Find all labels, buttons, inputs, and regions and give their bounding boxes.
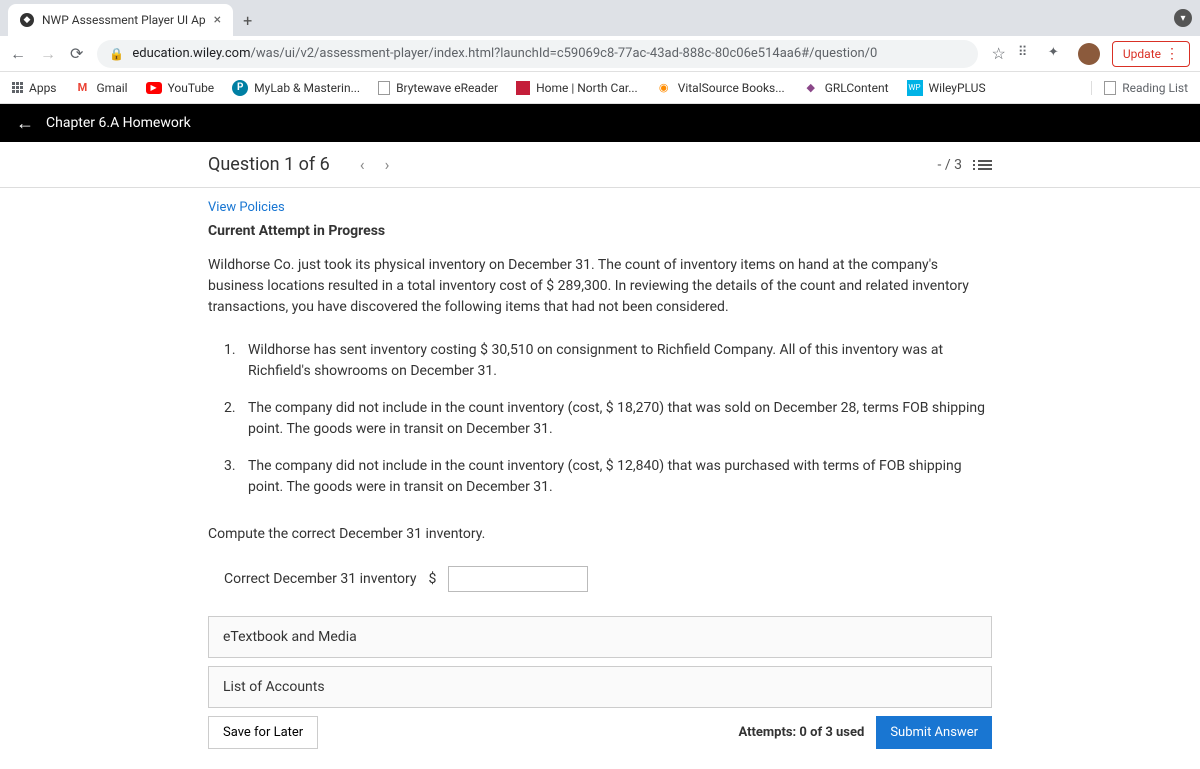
bookmark-northcar[interactable]: Home | North Car...: [516, 81, 638, 95]
bookmark-mylab[interactable]: PMyLab & Masterin...: [232, 80, 360, 96]
bookmarks-bar: Apps MGmail ▶YouTube PMyLab & Masterin..…: [0, 72, 1200, 104]
bookmark-brytewave[interactable]: Brytewave eReader: [378, 81, 498, 95]
items-list: 1. Wildhorse has sent inventory costing …: [208, 340, 992, 498]
address-bar[interactable]: 🔒 education.wiley.com/was/ui/v2/assessme…: [97, 40, 977, 68]
header-back-button[interactable]: ←: [16, 113, 34, 134]
question-counter: Question 1 of 6: [208, 154, 330, 175]
submit-answer-button[interactable]: Submit Answer: [876, 716, 992, 749]
save-for-later-button[interactable]: Save for Later: [208, 716, 318, 749]
next-question-button[interactable]: ›: [375, 155, 400, 174]
compute-instruction: Compute the correct December 31 inventor…: [208, 526, 992, 542]
wileyplus-icon: WP: [907, 80, 923, 96]
update-button[interactable]: Update ⋮: [1112, 41, 1190, 67]
reading-list-icon: [1104, 81, 1116, 95]
browser-toolbar: ← → ⟳ 🔒 education.wiley.com/was/ui/v2/as…: [0, 36, 1200, 72]
nc-icon: [516, 81, 530, 95]
bookmark-youtube[interactable]: ▶YouTube: [146, 81, 215, 95]
prev-question-button[interactable]: ‹: [350, 155, 375, 174]
question-prompt: Wildhorse Co. just took its physical inv…: [208, 255, 992, 318]
site-icon: ◆: [20, 13, 34, 27]
bookmark-grl[interactable]: ◆GRLContent: [803, 80, 889, 96]
forward-button[interactable]: →: [40, 44, 56, 64]
action-row: Save for Later Attempts: 0 of 3 used Sub…: [208, 716, 992, 749]
extensions-icon[interactable]: ✦: [1048, 45, 1066, 63]
question-content: View Policies Current Attempt in Progres…: [200, 188, 1000, 769]
doc-icon: [378, 81, 390, 95]
answer-row: Correct December 31 inventory $: [208, 566, 992, 592]
browser-tab[interactable]: ◆ NWP Assessment Player UI Ap ×: [8, 4, 233, 36]
attempt-status: Current Attempt in Progress: [208, 223, 992, 239]
bookmark-star-icon[interactable]: ☆: [992, 44, 1006, 63]
pearson-icon: P: [232, 80, 248, 96]
question-bar: Question 1 of 6 ‹ › - / 3: [0, 142, 1200, 188]
profile-avatar[interactable]: [1078, 43, 1100, 65]
back-button[interactable]: ←: [10, 44, 26, 64]
bookmark-vitalsource[interactable]: ◉VitalSource Books...: [656, 80, 785, 96]
app-header: ← Chapter 6.A Homework: [0, 104, 1200, 142]
grl-icon: ◆: [803, 80, 819, 96]
etextbook-panel[interactable]: eTextbook and Media: [208, 616, 992, 658]
kebab-icon: ⋮: [1165, 46, 1179, 62]
answer-label: Correct December 31 inventory: [224, 571, 417, 587]
new-tab-button[interactable]: +: [233, 4, 262, 36]
tab-title: NWP Assessment Player UI Ap: [42, 13, 206, 27]
view-policies-link[interactable]: View Policies: [208, 200, 992, 215]
list-item: 1. Wildhorse has sent inventory costing …: [208, 340, 992, 382]
window-control-icon[interactable]: ▾: [1174, 9, 1192, 27]
youtube-icon: ▶: [146, 82, 162, 94]
update-label: Update: [1123, 47, 1161, 61]
bookmark-gmail[interactable]: MGmail: [75, 80, 128, 96]
score-display: - / 3: [938, 157, 962, 173]
inventory-input[interactable]: [448, 566, 588, 592]
question-list-icon[interactable]: [978, 160, 992, 170]
accounts-panel[interactable]: List of Accounts: [208, 666, 992, 708]
currency-symbol: $: [429, 571, 437, 587]
bookmark-wileyplus[interactable]: WPWileyPLUS: [907, 80, 986, 96]
vitalsource-icon: ◉: [656, 80, 672, 96]
gmail-icon: M: [75, 80, 91, 96]
reading-list-button[interactable]: Reading List: [1091, 81, 1188, 95]
assignment-title: Chapter 6.A Homework: [46, 115, 191, 131]
url-text: education.wiley.com/was/ui/v2/assessment…: [132, 46, 877, 61]
list-item: 2. The company did not include in the co…: [208, 398, 992, 440]
apps-icon: [12, 82, 23, 93]
close-icon[interactable]: ×: [214, 12, 221, 28]
list-item: 3. The company did not include in the co…: [208, 456, 992, 498]
toolbar-actions: ☆ ⠿ ✦ Update ⋮: [992, 41, 1190, 67]
reload-button[interactable]: ⟳: [70, 44, 83, 63]
apps-shortcut[interactable]: Apps: [12, 81, 57, 95]
lock-icon: 🔒: [109, 47, 124, 61]
translate-icon[interactable]: ⠿: [1018, 45, 1036, 63]
attempts-counter: Attempts: 0 of 3 used: [738, 725, 864, 740]
tab-strip: ◆ NWP Assessment Player UI Ap × + ▾: [0, 0, 1200, 36]
